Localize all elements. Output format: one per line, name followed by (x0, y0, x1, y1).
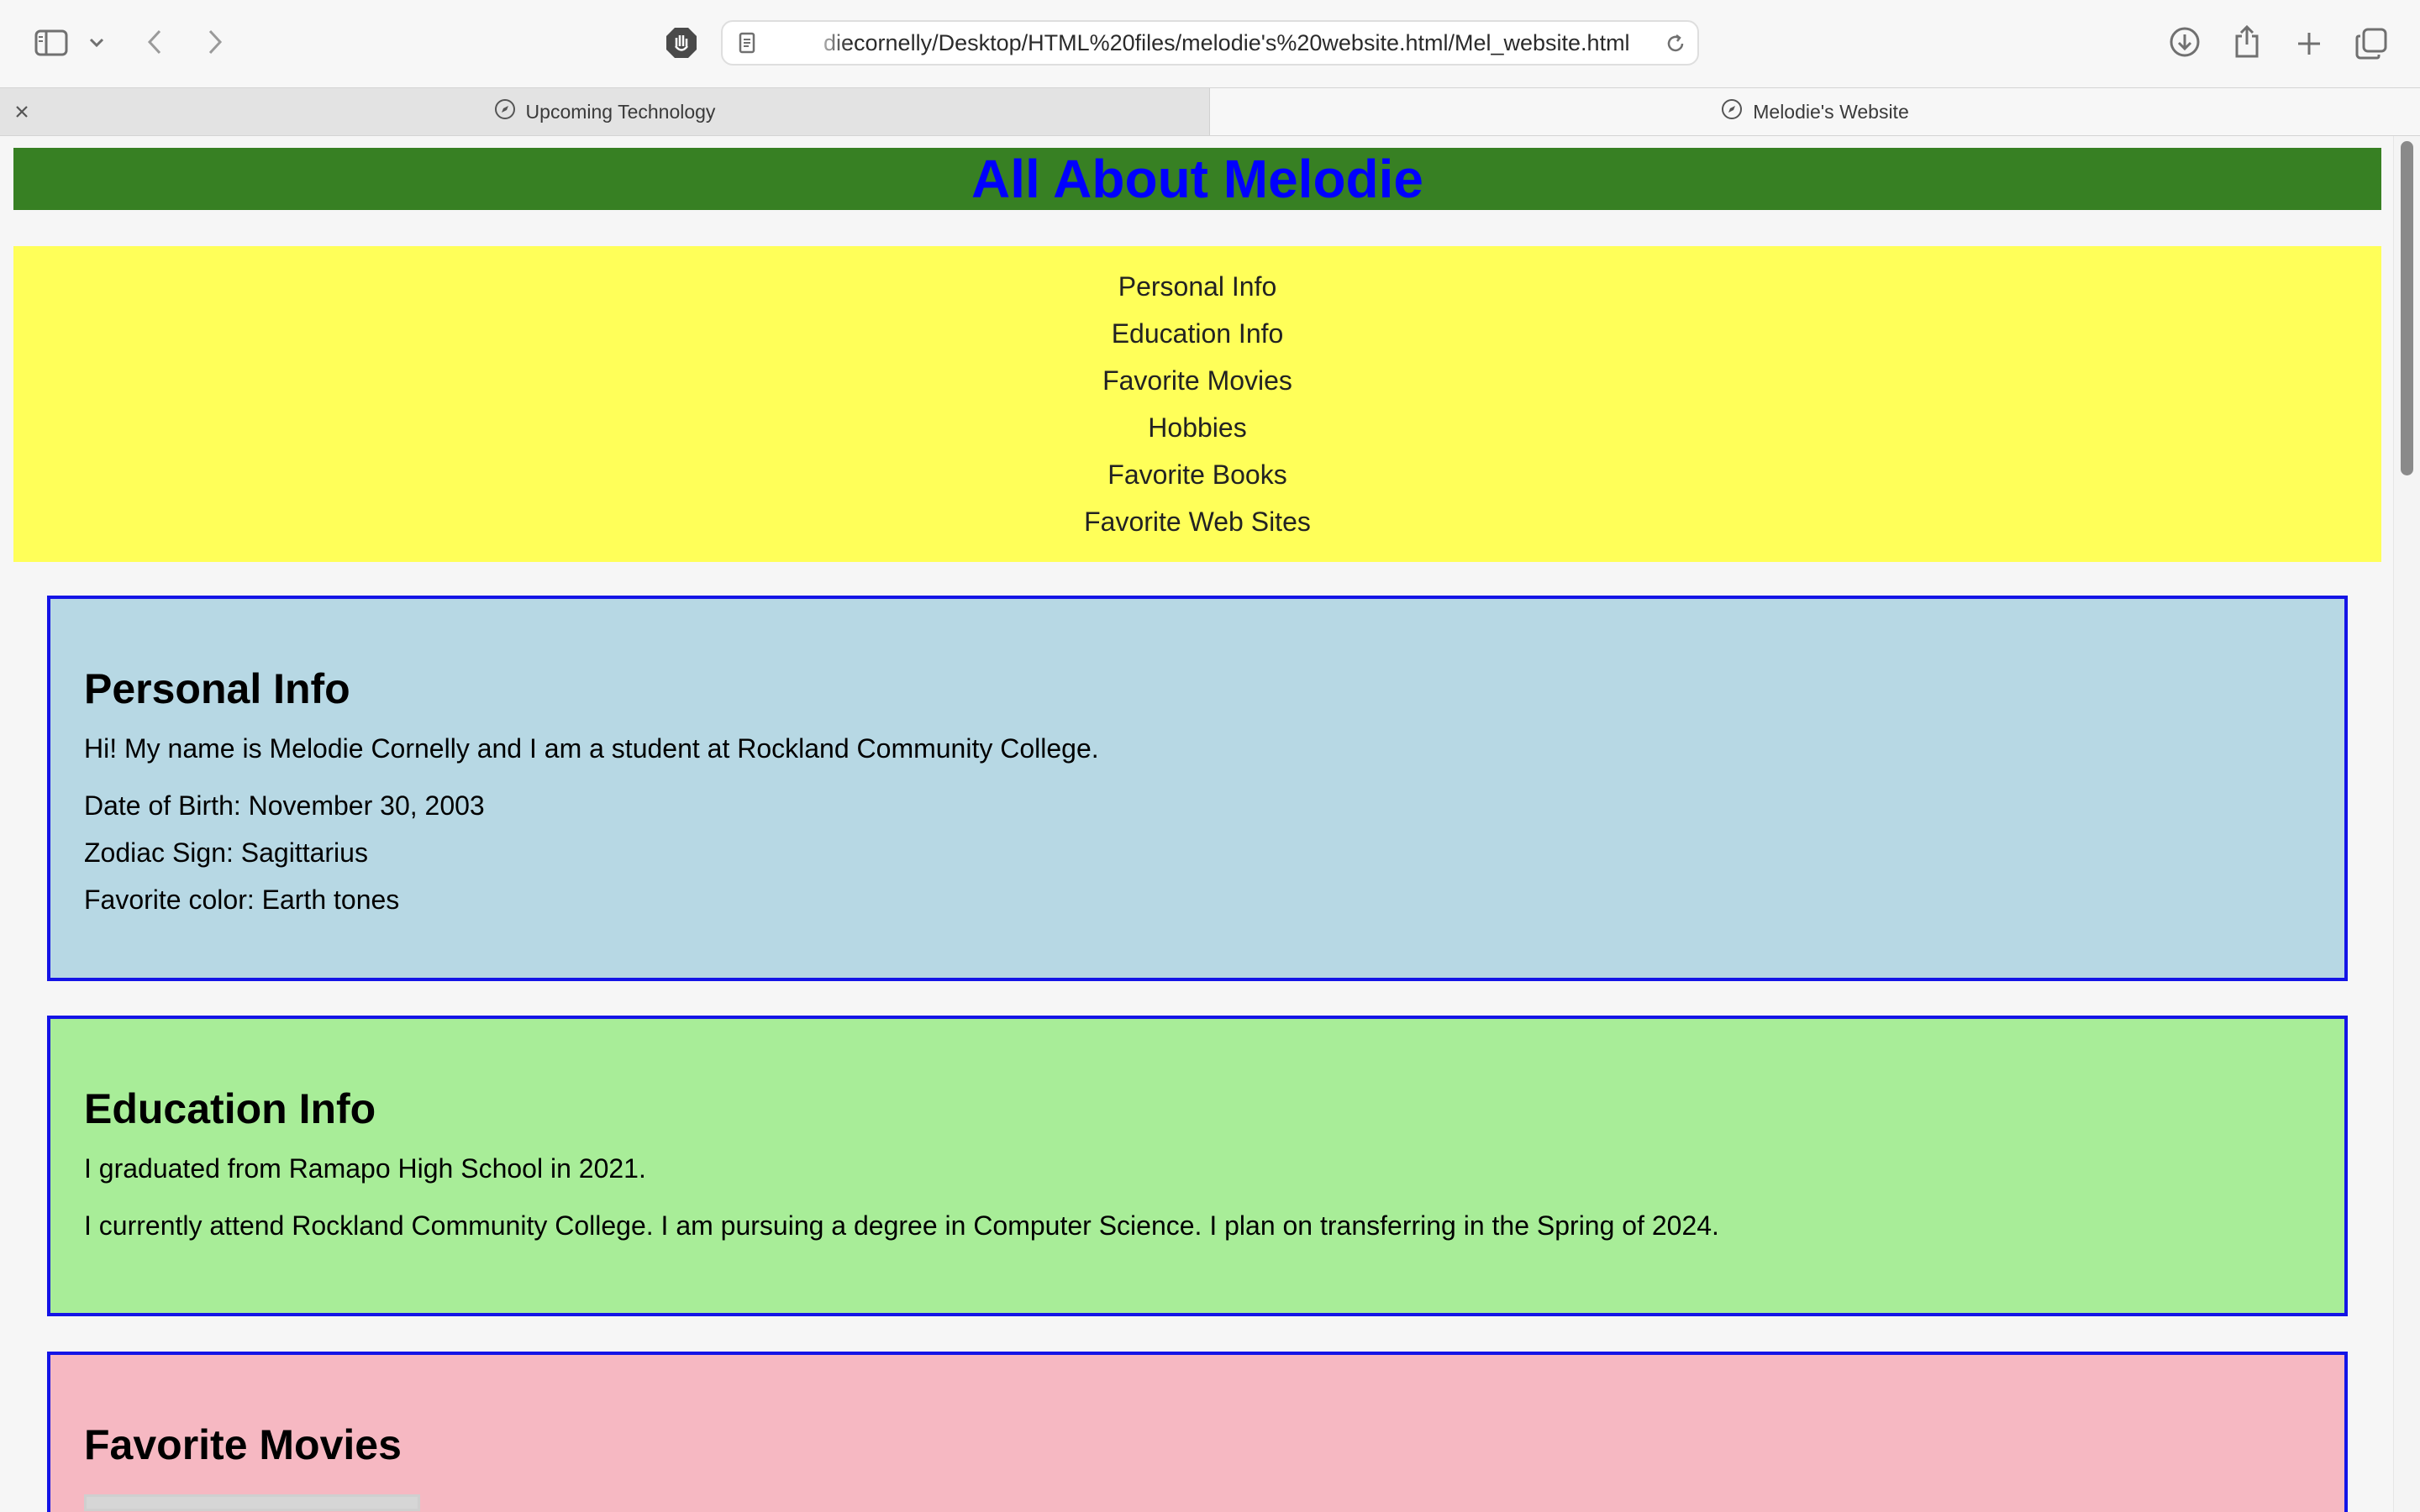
share-icon[interactable] (2228, 22, 2265, 60)
zodiac-sign: Zodiac Sign: Sagittarius (84, 837, 368, 868)
browser-toolbar: diecornelly/Desktop/HTML%20files/melodie… (0, 0, 2420, 87)
favorite-movies-section: Favorite Movies (47, 1352, 2348, 1512)
tab-label: Upcoming Technology (525, 100, 716, 123)
url-text[interactable]: diecornelly/Desktop/HTML%20files/melodie… (790, 22, 1630, 64)
section-heading: Education Info (84, 1085, 376, 1132)
reload-icon[interactable] (1662, 30, 1689, 57)
education-line: I currently attend Rockland Community Co… (84, 1210, 1719, 1241)
tab-upcoming-technology[interactable]: Upcoming Technology (0, 88, 1210, 135)
nav-link-personal-info[interactable]: Personal Info (13, 263, 2381, 310)
new-tab-icon[interactable] (2291, 25, 2328, 62)
favorite-color: Favorite color: Earth tones (84, 885, 400, 915)
personal-info-section: Personal Info Hi! My name is Melodie Cor… (47, 596, 2348, 981)
forward-icon[interactable] (198, 25, 232, 59)
back-icon[interactable] (138, 25, 171, 59)
movie-image (84, 1494, 420, 1511)
scrollbar[interactable] (2393, 136, 2420, 1512)
section-heading: Favorite Movies (84, 1421, 402, 1468)
compass-icon (494, 98, 516, 125)
intro-text: Hi! My name is Melodie Cornelly and I am… (84, 733, 1099, 764)
tab-label: Melodie's Website (1753, 100, 1909, 123)
nav-link-education-info[interactable]: Education Info (13, 310, 2381, 357)
site-header: All About Melodie (13, 148, 2381, 210)
page-icon (734, 30, 760, 55)
section-heading: Personal Info (84, 665, 350, 712)
page-viewport: All About Melodie Personal Info Educatio… (0, 136, 2393, 1512)
compass-icon (1721, 98, 1743, 125)
tab-bar: Upcoming Technology Melodie's Website (0, 87, 2420, 136)
nav-link-favorite-web-sites[interactable]: Favorite Web Sites (13, 498, 2381, 545)
nav-link-favorite-movies[interactable]: Favorite Movies (13, 357, 2381, 404)
page-title: All About Melodie (971, 149, 1424, 209)
nav-link-hobbies[interactable]: Hobbies (13, 404, 2381, 451)
tab-melodies-website[interactable]: Melodie's Website (1210, 88, 2420, 135)
sidebar-toggle-icon[interactable] (32, 25, 71, 60)
address-bar[interactable]: diecornelly/Desktop/HTML%20files/melodie… (721, 20, 1699, 66)
close-icon[interactable] (8, 98, 35, 125)
education-line: I graduated from Ramapo High School in 2… (84, 1153, 646, 1184)
education-info-section: Education Info I graduated from Ramapo H… (47, 1016, 2348, 1316)
nav-link-favorite-books[interactable]: Favorite Books (13, 451, 2381, 498)
date-of-birth: Date of Birth: November 30, 2003 (84, 790, 485, 821)
chevron-down-icon[interactable] (84, 30, 109, 55)
privacy-shield-icon[interactable] (664, 25, 699, 60)
scrollbar-thumb[interactable] (2401, 141, 2413, 475)
tab-overview-icon[interactable] (2353, 25, 2390, 62)
downloads-icon[interactable] (2166, 24, 2203, 60)
site-nav: Personal Info Education Info Favorite Mo… (13, 246, 2381, 562)
